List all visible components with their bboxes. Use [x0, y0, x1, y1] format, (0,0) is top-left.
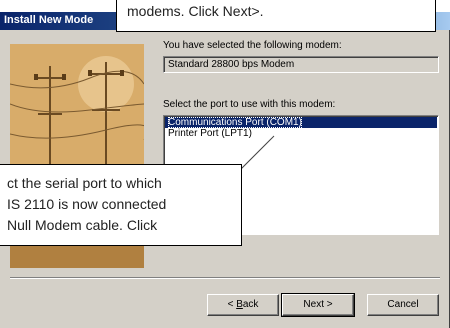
modem-label: You have selected the following modem: — [163, 40, 342, 51]
port-label: Select the port to use with this modem: — [163, 99, 336, 110]
callout-next-text: modems. Click Next>. — [127, 3, 264, 19]
cancel-button[interactable]: Cancel — [367, 294, 439, 316]
callout-port-instruction: ct the serial port to which IS 2110 is n… — [0, 164, 242, 246]
window-title: Install New Mode — [4, 14, 94, 26]
back-button-mnemonic: B — [236, 299, 243, 310]
port-item-label: Printer Port (LPT1) — [168, 128, 252, 139]
back-button[interactable]: < Back — [207, 294, 279, 316]
button-separator — [10, 277, 440, 279]
port-item-label: Communications Port (COM1) — [168, 117, 302, 128]
port-item-com1[interactable]: Communications Port (COM1) — [165, 117, 437, 128]
port-item-lpt1[interactable]: Printer Port (LPT1) — [165, 128, 437, 139]
next-button[interactable]: Next > — [281, 293, 355, 317]
back-button-prefix: < — [227, 299, 237, 310]
modem-name-field: Standard 28800 bps Modem — [163, 56, 439, 73]
callout-line: ct the serial port to which — [7, 175, 162, 191]
callout-line: Null Modem cable. Click — [7, 217, 158, 233]
screenshot-stage: Install New Mode You have selected the f… — [0, 0, 450, 328]
callout-next-instruction: modems. Click Next>. — [116, 0, 436, 32]
callout-line: IS 2110 is now connected — [7, 196, 167, 212]
back-button-rest: ack — [242, 299, 259, 310]
